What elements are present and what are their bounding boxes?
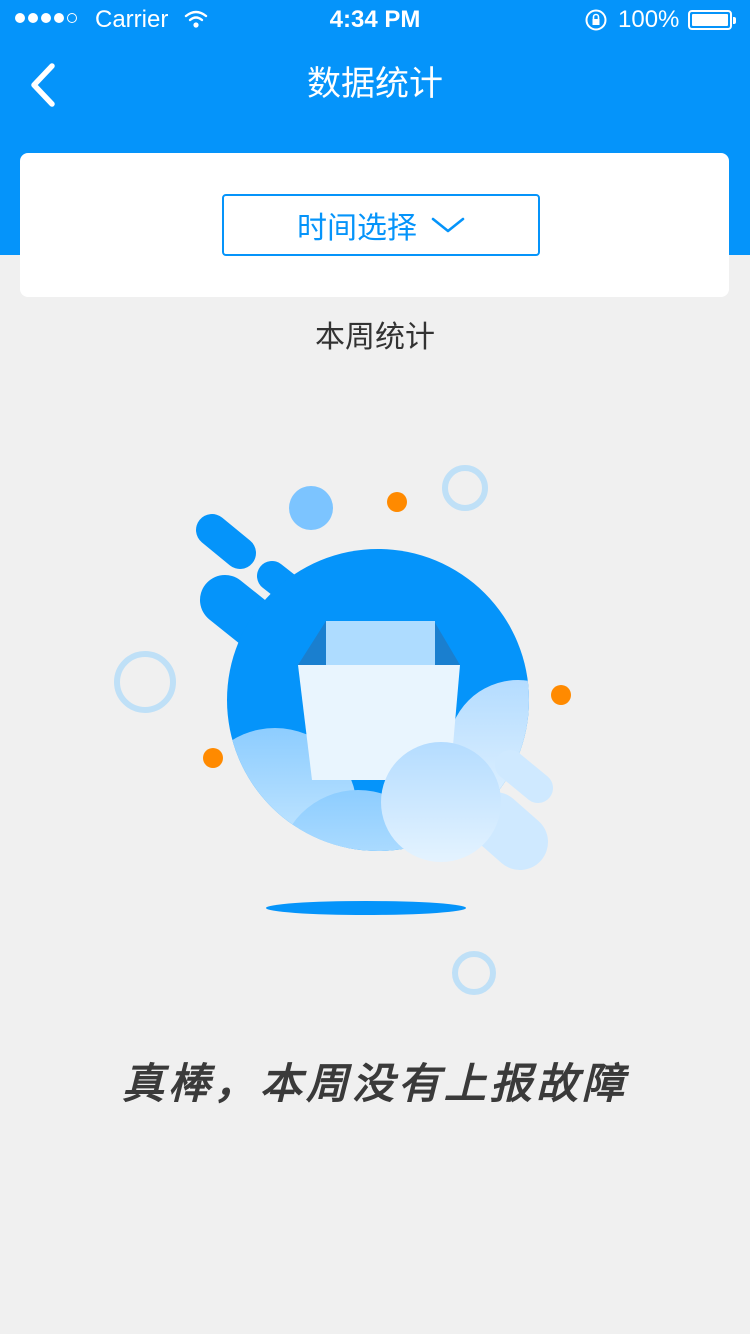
chevron-down-icon xyxy=(431,217,465,233)
dot-decoration xyxy=(387,492,407,512)
time-select-label: 时间选择 xyxy=(297,211,417,246)
empty-state-message: 真棒，本周没有上报故障 xyxy=(121,1059,628,1108)
battery-icon xyxy=(688,10,736,30)
battery-percentage: 100% xyxy=(618,6,680,33)
bubble-decoration xyxy=(289,486,333,530)
rotation-lock-icon xyxy=(585,9,607,31)
time-select-button[interactable]: 时间选择 xyxy=(222,194,540,256)
section-title: 本周统计 xyxy=(315,320,435,355)
ring-decoration xyxy=(452,951,496,995)
dot-decoration xyxy=(203,748,223,768)
empty-box-icon xyxy=(114,465,571,995)
ring-decoration xyxy=(442,465,488,511)
filter-card: 时间选择 xyxy=(20,153,729,297)
page-title: 数据统计 xyxy=(307,64,443,104)
ring-decoration xyxy=(114,651,176,713)
status-bar: Carrier 4:34 PM 100% xyxy=(0,0,750,40)
dot-decoration xyxy=(551,685,571,705)
